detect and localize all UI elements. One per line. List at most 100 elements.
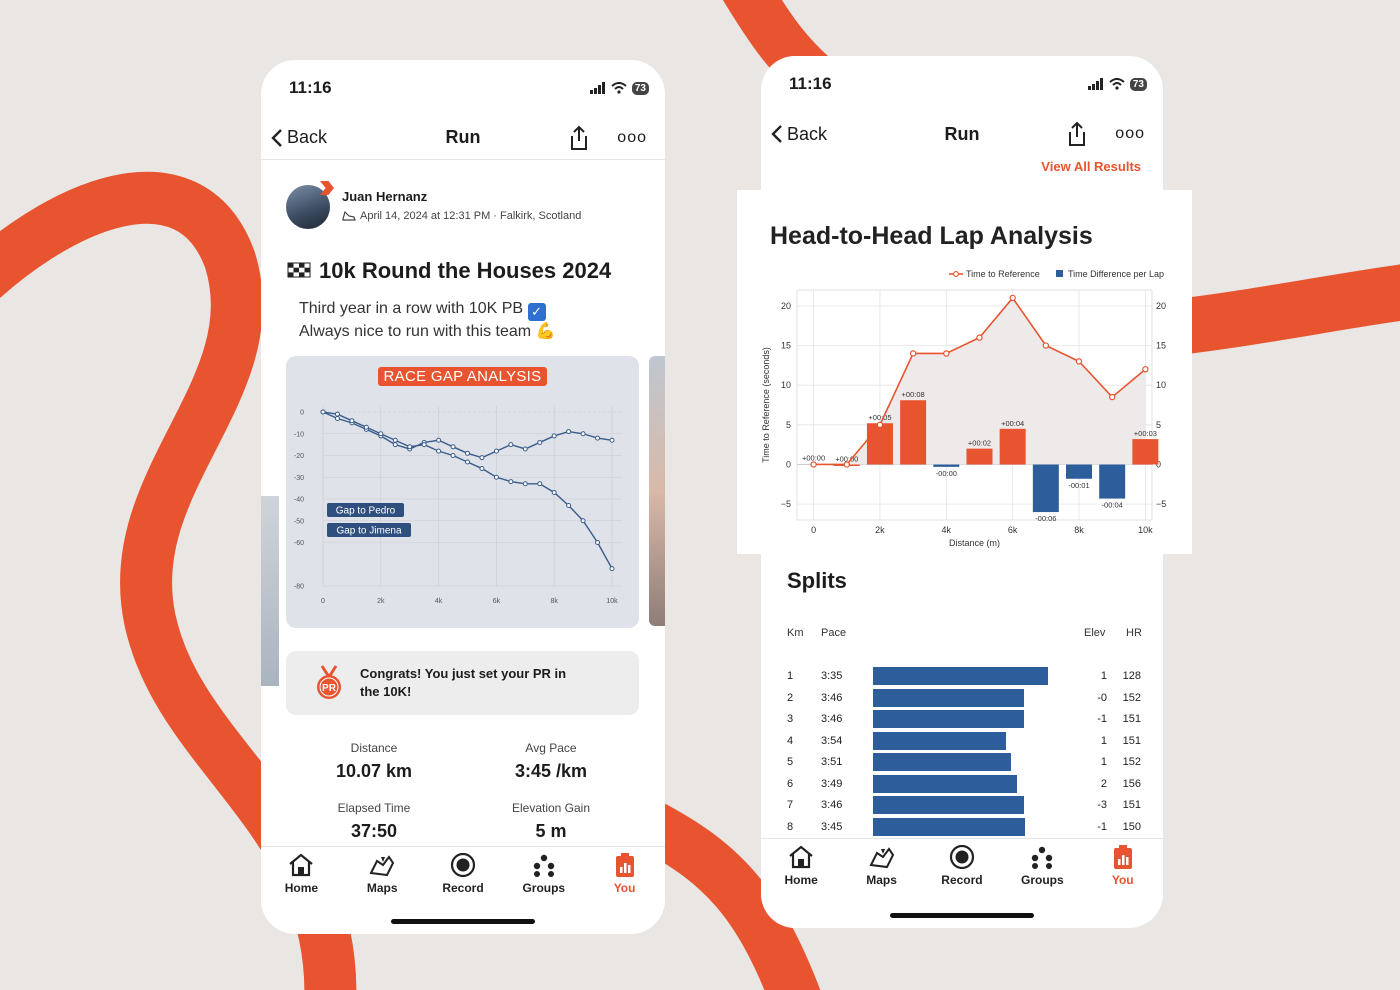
record-icon	[450, 853, 476, 877]
h2h-bar	[1099, 464, 1126, 499]
tab-label: Home	[284, 881, 319, 895]
split-hr: 128	[1122, 670, 1141, 682]
tab-home[interactable]: Home	[761, 839, 841, 898]
splits-header-elev: Elev	[1084, 627, 1106, 639]
split-pace-bar	[873, 817, 1026, 836]
tab-you[interactable]: You	[1083, 839, 1163, 898]
carousel-prev-photo[interactable]	[261, 496, 279, 686]
tab-you[interactable]: You	[585, 847, 665, 906]
race-gap-xtick-label: 4k	[435, 598, 443, 605]
tab-bar: Home Maps Record Groups You	[761, 838, 1163, 898]
race-gap-point	[421, 442, 427, 448]
race-gap-point	[493, 474, 499, 480]
race-gap-point	[580, 431, 586, 437]
athlete-header: Juan Hernanz April 14, 2024 at 12:31 PM …	[286, 181, 581, 229]
race-gap-point	[334, 416, 340, 422]
h2h-line-point	[976, 334, 983, 341]
back-button[interactable]: Back	[771, 124, 827, 145]
split-elev: -0	[1097, 691, 1107, 704]
shoe-icon	[342, 210, 356, 221]
avatar[interactable]	[286, 181, 334, 229]
tab-label: Maps	[366, 881, 398, 895]
race-gap-point	[320, 409, 326, 415]
split-elev: -1	[1097, 713, 1107, 725]
tab-record[interactable]: Record	[423, 847, 503, 906]
h2h-yaxis-label: Time to Reference (seconds)	[761, 347, 771, 463]
home-indicator[interactable]	[391, 919, 535, 924]
race-gap-ytick-label: 0	[300, 410, 304, 417]
race-gap-ytick-label: -20	[294, 453, 304, 460]
race-gap-point	[392, 437, 398, 443]
h2h-line-point	[1075, 358, 1083, 365]
split-pace-bar	[873, 710, 1024, 728]
athlete-name[interactable]: Juan Hernanz	[342, 189, 581, 204]
more-icon[interactable]: ooo	[617, 129, 647, 147]
tab-maps[interactable]: Maps	[842, 839, 922, 898]
tab-groups[interactable]: Groups	[1002, 839, 1082, 898]
race-gap-legend-label: Gap to Jimena	[336, 526, 401, 537]
race-gap-point	[450, 453, 456, 458]
split-hr: 151	[1122, 713, 1141, 725]
race-gap-ytick-label: -40	[294, 497, 304, 504]
split-elev: 2	[1100, 777, 1107, 790]
race-gap-legend-label: Gap to Pedro	[336, 506, 396, 517]
h2h-ytick-label-right: 10	[1156, 380, 1166, 390]
back-label: Back	[287, 127, 328, 147]
race-gap-point	[566, 429, 572, 435]
split-elev: -3	[1097, 799, 1107, 811]
tab-label: You	[1111, 873, 1134, 887]
tab-groups[interactable]: Groups	[504, 847, 584, 906]
race-gap-point	[436, 448, 442, 454]
h2h-line-point	[1108, 393, 1116, 401]
race-gap-point	[595, 435, 601, 441]
split-pace: 3:45	[821, 820, 843, 833]
h2h-line-point	[1142, 366, 1149, 373]
tab-bar: Home Maps Record Groups You	[261, 846, 665, 906]
split-row: 8 3:45 -1 150	[761, 817, 1163, 836]
tab-record[interactable]: Record	[922, 839, 1002, 898]
race-gap-card[interactable]: 0 2k 4k 6k 8k 10k 0 -10 -20 -30 -40 -50 -60 -80 Gap to…	[286, 356, 639, 628]
h2h-xtick-label: 2k	[875, 525, 885, 535]
desc-line-1: Third year in a row with 10K PB	[299, 300, 524, 317]
race-gap-xtick-label: 10k	[606, 598, 618, 605]
h2h-ytick-label-right: −5	[1156, 499, 1166, 509]
race-gap-point	[609, 566, 615, 572]
stat-label: Elapsed Time	[337, 801, 411, 815]
stat-value: 5 m	[535, 821, 567, 841]
pr-banner[interactable]: PR Congrats! You just set your PR in the…	[286, 651, 639, 715]
tab-label: Maps	[866, 873, 897, 887]
h2h-line-point	[843, 461, 850, 468]
stat-elapsed-time: Elapsed Time 37:50	[289, 801, 459, 842]
h2h-bar-label: +00:08	[902, 390, 925, 399]
h2h-bar-label: -00:01	[1068, 481, 1089, 490]
tab-maps[interactable]: Maps	[342, 847, 422, 906]
carousel-next-photo[interactable]	[649, 356, 665, 626]
view-all-results-link[interactable]: View All Results	[1041, 159, 1141, 174]
split-km: 4	[787, 734, 794, 747]
pr-message: Congrats! You just set your PR in the 10…	[360, 666, 567, 699]
stat-value: 3:45 /km	[514, 761, 588, 781]
h2h-ytick-label-right: 20	[1156, 301, 1166, 311]
h2h-bar	[933, 464, 960, 467]
nav-bar: Back Run ooo	[261, 116, 665, 160]
tab-home[interactable]: Home	[261, 847, 341, 906]
h2h-legend-label: Time Difference per Lap	[1068, 269, 1164, 279]
split-row: 3 3:46 -1 151	[761, 710, 1163, 728]
share-icon[interactable]	[569, 125, 589, 151]
tab-label: Home	[784, 873, 818, 887]
tab-label: Record	[941, 873, 983, 887]
h2h-legend-label: Time to Reference	[966, 269, 1040, 279]
more-icon[interactable]: ooo	[1115, 125, 1145, 143]
signal-icon	[589, 82, 605, 94]
split-row: 6 3:49 2 156	[761, 774, 1163, 793]
race-gap-series-line	[322, 411, 613, 569]
home-indicator[interactable]	[890, 913, 1034, 918]
split-elev: 1	[1100, 756, 1107, 768]
h2h-bar-label: +00:05	[868, 413, 891, 422]
stat-avg-pace: Avg Pace 3:45 /km	[466, 741, 636, 782]
share-icon[interactable]	[1067, 121, 1087, 147]
back-button[interactable]: Back	[271, 127, 327, 148]
flexed-arm-icon: 💪	[535, 323, 556, 340]
tab-label: Groups	[1021, 873, 1064, 887]
h2h-line-point	[876, 421, 884, 429]
